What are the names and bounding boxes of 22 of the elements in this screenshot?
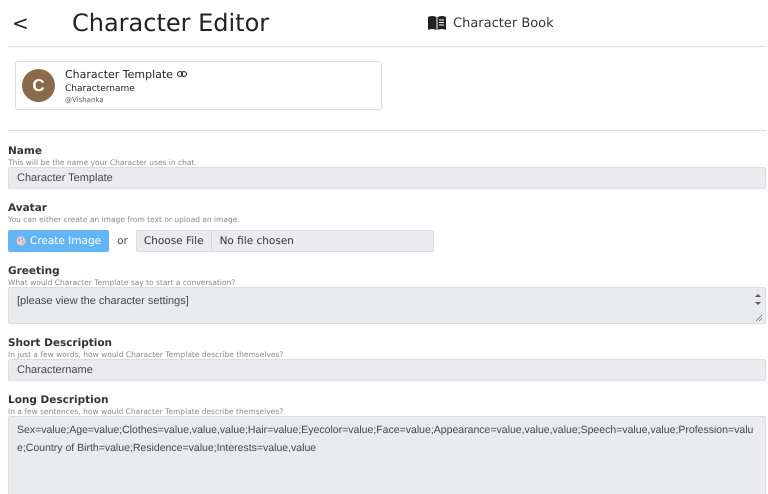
file-status: No file chosen <box>218 235 294 247</box>
text-field[interactable]: Character Template <box>8 167 766 189</box>
choose-file-button[interactable]: Choose File <box>136 231 212 251</box>
back-button[interactable]: < <box>12 11 32 35</box>
palette-icon <box>16 236 26 246</box>
field-label: Greeting <box>8 265 61 277</box>
page-title: Character Editor <box>72 9 270 37</box>
field-label: Short Description <box>8 337 114 349</box>
character-book-link[interactable]: Character Book <box>427 15 554 31</box>
or-text: or <box>117 235 128 247</box>
book-icon <box>427 15 447 31</box>
field-label: Long Description <box>8 394 110 406</box>
character-subtitle: Charactername <box>65 84 136 94</box>
file-input[interactable]: Choose File No file chosen <box>136 230 434 252</box>
avatar-circle: C <box>22 69 55 102</box>
field-label: Avatar <box>8 202 48 214</box>
character-name: Character Template <box>65 68 173 80</box>
text-field[interactable]: Charactername <box>8 359 766 381</box>
text-area[interactable]: [please view the character settings] <box>8 287 766 324</box>
field-label: Name <box>8 145 43 157</box>
text-area[interactable]: Sex=value;Age=value;Clothes=value,value,value;Hair=value;Eyecolor=value;Face=value;Appearance=value,value,value;Speech=value,value;Profession=value;Country of Birth=value;Residence=value;Interests=value,value <box>8 416 766 494</box>
link-icon <box>177 71 187 77</box>
